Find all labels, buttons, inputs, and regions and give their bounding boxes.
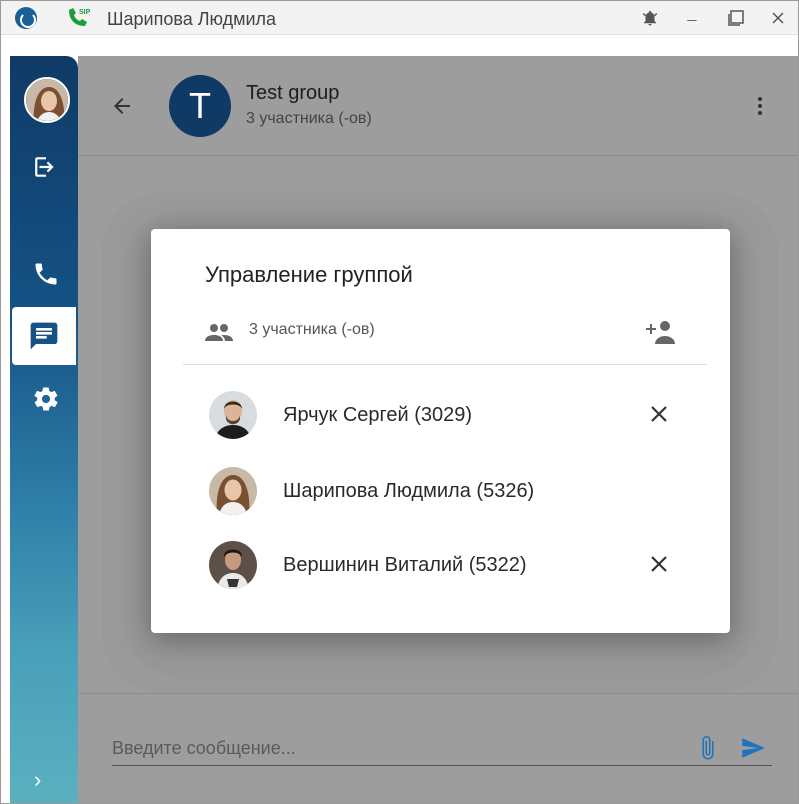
gear-icon[interactable]: [31, 384, 61, 414]
group-icon: [205, 324, 233, 341]
member-row: Ярчук Сергей (3029): [151, 385, 730, 445]
chevron-right-icon[interactable]: ›: [34, 767, 41, 793]
add-person-icon[interactable]: [643, 318, 677, 346]
member-name: Шарипова Людмила (5326): [283, 480, 535, 502]
avatar[interactable]: [24, 77, 70, 123]
close-icon: [651, 556, 667, 572]
member-row: Вершинин Виталий (5322): [151, 535, 730, 595]
sip-phone-icon[interactable]: SIP: [65, 6, 91, 30]
bell-icon[interactable]: [639, 7, 661, 29]
chat-header: T Test group 3 участника (-ов): [78, 56, 798, 156]
message-input[interactable]: [112, 732, 772, 766]
member-name: Вершинин Виталий (5322): [283, 554, 527, 576]
title-bar: SIP Шарипова Людмила _: [1, 1, 798, 35]
dialog-member-count: 3 участника (-ов): [249, 321, 375, 338]
send-icon[interactable]: [739, 735, 767, 761]
chat-icon: [28, 320, 60, 357]
app-logo-icon: [15, 7, 37, 29]
avatar: [209, 391, 257, 439]
divider: [183, 364, 707, 365]
group-initial: T: [189, 85, 211, 126]
window-title: Шарипова Людмила: [107, 9, 277, 29]
app-window: SIP Шарипова Людмила _ › T Test group 3 …: [0, 0, 799, 804]
close-icon[interactable]: [767, 7, 789, 29]
group-management-dialog: Управление группой 3 участника (-ов) Ярч…: [151, 229, 730, 633]
expand-label: ›: [34, 767, 42, 792]
sip-badge: SIP: [79, 9, 91, 16]
avatar: [209, 541, 257, 589]
more-vert-icon[interactable]: [748, 94, 772, 118]
group-member-count: 3 участника (-ов): [246, 110, 372, 127]
remove-member-button[interactable]: [646, 401, 672, 427]
back-arrow-icon[interactable]: [110, 94, 134, 118]
member-row: Шарипова Людмила (5326): [151, 461, 730, 521]
logout-icon[interactable]: [31, 152, 61, 182]
close-icon: [651, 406, 667, 422]
group-avatar[interactable]: T: [169, 75, 231, 137]
minimize-icon[interactable]: _: [681, 3, 703, 25]
avatar: [209, 467, 257, 515]
message-composer: [78, 693, 798, 803]
dialog-title: Управление группой: [205, 262, 413, 287]
minimize-label: _: [687, 5, 697, 22]
sidebar: ›: [10, 56, 78, 803]
paperclip-icon[interactable]: [696, 734, 720, 762]
phone-icon[interactable]: [31, 259, 61, 289]
remove-member-button[interactable]: [646, 551, 672, 577]
group-name[interactable]: Test group: [246, 82, 339, 105]
sidebar-item-chat[interactable]: [12, 307, 76, 365]
maximize-icon[interactable]: [725, 7, 747, 29]
member-name: Ярчук Сергей (3029): [283, 404, 473, 426]
